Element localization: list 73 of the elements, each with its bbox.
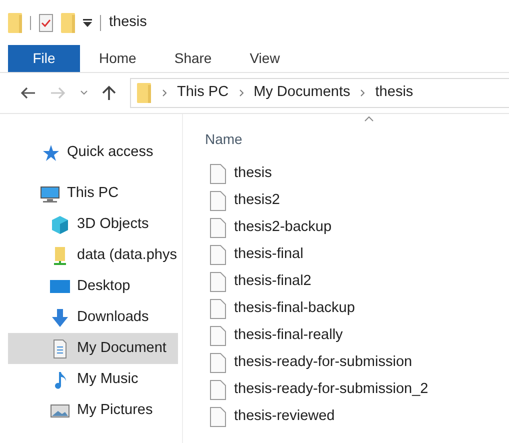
nav-item[interactable]: Quick access <box>8 137 178 168</box>
nav-item[interactable]: 3D Objects <box>8 209 178 240</box>
file-icon <box>210 244 226 264</box>
file-name: thesis-reviewed <box>234 406 335 426</box>
up-arrow-icon[interactable] <box>102 85 116 101</box>
chevron-right-icon <box>360 89 366 97</box>
ribbon-tab[interactable]: Home <box>80 45 156 72</box>
file-icon <box>210 190 226 210</box>
window-title: thesis <box>109 12 147 32</box>
download-arrow-icon <box>50 308 70 328</box>
file-row[interactable]: thesis-ready-for-submission <box>205 349 509 376</box>
nav-label: 3D Objects <box>77 214 149 234</box>
file-name: thesis2 <box>234 190 280 210</box>
column-header[interactable]: Name <box>205 129 242 152</box>
file-name: thesis <box>234 164 272 183</box>
file-row[interactable]: thesis2 <box>205 187 509 214</box>
file-name: thesis2-backup <box>234 218 332 237</box>
address-bar[interactable]: This PC My Documents thesis <box>130 78 509 108</box>
breadcrumb[interactable]: My Documents <box>254 82 350 104</box>
folder-icon <box>8 12 22 32</box>
nav-label: data (data.phys <box>77 246 177 265</box>
file-name: thesis-final-backup <box>234 298 355 318</box>
file-name: thesis-final-really <box>234 326 343 345</box>
cube-icon <box>50 214 70 234</box>
file-name: thesis-ready-for-submission <box>234 352 412 372</box>
file-row[interactable]: thesis-final-really <box>205 322 509 349</box>
nav-item[interactable]: My Music <box>8 364 178 395</box>
file-icon <box>210 326 226 346</box>
file-row[interactable]: thesis-final <box>205 241 509 268</box>
file-name: thesis-final <box>234 244 304 264</box>
computer-icon <box>40 184 60 204</box>
new-folder-icon <box>61 12 75 32</box>
chevron-right-icon <box>162 89 167 97</box>
ribbon-tab[interactable]: View <box>230 45 299 72</box>
file-row[interactable]: thesis-reviewed <box>205 403 509 430</box>
file-icon <box>210 164 226 184</box>
nav-label: Desktop <box>77 276 130 296</box>
sort-caret-icon[interactable] <box>364 116 374 122</box>
nav-label: Downloads <box>77 308 149 327</box>
file-icon <box>210 380 226 400</box>
nav-label: My Pictures <box>77 400 153 420</box>
nav-item[interactable]: My Document <box>8 333 178 364</box>
nav-item[interactable]: Desktop <box>8 271 178 302</box>
file-name: thesis-ready-for-submission_2 <box>234 380 428 399</box>
nav-label: Quick access <box>67 142 154 162</box>
nav-item[interactable]: Downloads <box>8 302 178 333</box>
back-arrow-icon[interactable] <box>20 87 36 99</box>
file-row[interactable]: thesis-final2 <box>205 268 509 295</box>
dropdown-icon[interactable] <box>83 18 92 26</box>
file-icon <box>210 352 226 372</box>
file-row[interactable]: thesis <box>205 160 509 187</box>
properties-icon[interactable] <box>39 14 53 32</box>
file-row[interactable]: thesis2-backup <box>205 214 509 241</box>
chevron-right-icon <box>238 89 244 97</box>
file-icon <box>210 406 226 426</box>
nav-item[interactable]: This PC <box>8 178 178 209</box>
chevron-down-icon[interactable] <box>80 90 88 96</box>
ribbon-tab[interactable]: File <box>8 45 80 72</box>
breadcrumb[interactable]: thesis <box>375 82 414 104</box>
nav-label: My Music <box>77 370 138 389</box>
folder-icon <box>136 83 152 103</box>
file-row[interactable]: thesis-ready-for-submission_2 <box>205 376 509 403</box>
file-name: thesis-final2 <box>234 272 312 291</box>
file-icon <box>210 298 226 318</box>
ribbon-tab[interactable]: Share <box>155 45 231 72</box>
breadcrumb[interactable]: This PC <box>177 82 229 104</box>
file-icon <box>210 218 226 238</box>
nav-label: My Document <box>77 338 166 358</box>
nav-item[interactable]: data (data.phys <box>8 240 178 271</box>
file-row[interactable]: thesis-final-backup <box>205 295 509 322</box>
nav-label: This PC <box>67 184 119 203</box>
file-icon <box>210 272 226 292</box>
nav-item[interactable]: My Pictures <box>8 395 178 426</box>
